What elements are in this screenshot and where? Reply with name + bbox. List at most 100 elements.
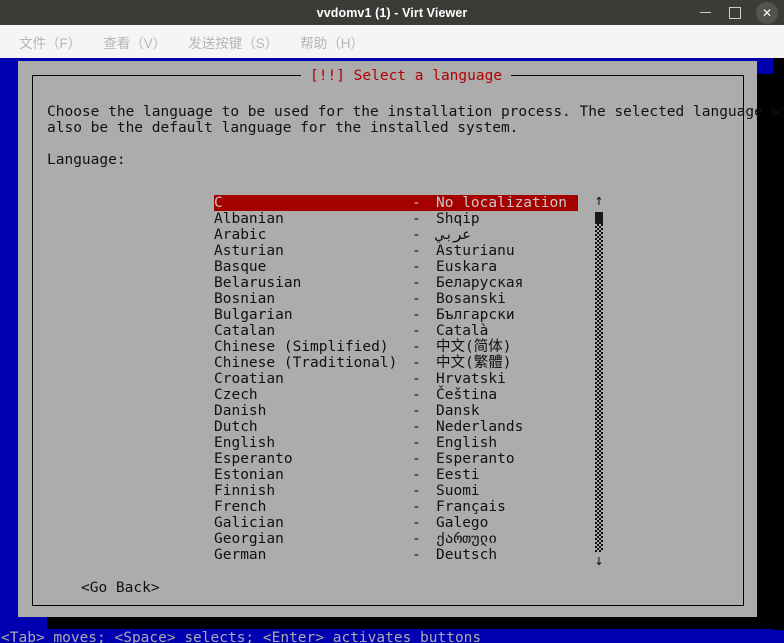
menu-item-view[interactable]: 查看（V）	[92, 30, 177, 54]
language-separator: -	[412, 195, 421, 211]
language-list-item[interactable]: Finnish - Suomi	[214, 483, 578, 499]
language-separator: -	[412, 227, 421, 243]
language-english-name: Basque	[214, 259, 267, 275]
scrollbar-track[interactable]	[595, 212, 603, 552]
language-list-item[interactable]: Bulgarian - Български	[214, 307, 578, 323]
close-icon: ✕	[756, 1, 778, 24]
language-native-name: Asturianu	[436, 243, 515, 259]
language-english-name: Asturian	[214, 243, 284, 259]
language-english-name: Chinese (Traditional)	[214, 355, 398, 371]
language-english-name: Finnish	[214, 483, 276, 499]
language-list-item[interactable]: Bosnian - Bosanski	[214, 291, 578, 307]
language-english-name: English	[214, 435, 276, 451]
language-native-name: Български	[436, 307, 515, 323]
language-list-item[interactable]: C - No localization	[214, 195, 578, 211]
language-native-name: Català	[436, 323, 489, 339]
language-list-item[interactable]: German - Deutsch	[214, 547, 578, 563]
language-list-item[interactable]: Belarusian - Беларуская	[214, 275, 578, 291]
dialog-shadow-right	[757, 74, 773, 629]
language-english-name: Esperanto	[214, 451, 293, 467]
language-separator: -	[412, 435, 421, 451]
language-separator: -	[412, 467, 421, 483]
language-separator: -	[412, 275, 421, 291]
language-separator: -	[412, 451, 421, 467]
language-list-item[interactable]: Catalan - Català	[214, 323, 578, 339]
menu-item-file[interactable]: 文件（F）	[8, 30, 92, 54]
language-list-item[interactable]: Dutch - Nederlands	[214, 419, 578, 435]
language-list-item[interactable]: Arabic - عربي	[214, 227, 578, 243]
language-native-name: Deutsch	[436, 547, 498, 563]
language-separator: -	[412, 259, 421, 275]
dialog-title: [!!] Select a language	[301, 67, 512, 85]
language-separator: -	[412, 355, 421, 371]
select-language-dialog: [!!] Select a language Choose the langua…	[18, 61, 784, 617]
vm-viewport[interactable]: [!!] Select a language Choose the langua…	[0, 58, 784, 643]
language-native-name: Bosanski	[436, 291, 506, 307]
language-english-name: French	[214, 499, 267, 515]
language-native-name: 中文(繁體)	[436, 355, 512, 371]
language-english-name: Bulgarian	[214, 307, 293, 323]
language-list-item[interactable]: Basque - Euskara	[214, 259, 578, 275]
language-separator: -	[412, 547, 421, 563]
go-back-button[interactable]: <Go Back>	[81, 580, 160, 596]
close-button[interactable]: ✕	[750, 0, 784, 25]
minimize-icon	[699, 12, 711, 13]
language-list-scrollbar[interactable]: ↑ ↓	[592, 195, 606, 569]
language-list-item[interactable]: French - Français	[214, 499, 578, 515]
language-native-name: Eesti	[436, 467, 480, 483]
scroll-up-arrow-icon[interactable]: ↑	[592, 195, 606, 209]
language-native-name: No localization	[436, 195, 567, 211]
window-controls: ✕	[690, 0, 784, 25]
language-list[interactable]: C - No localization Albanian - Shqip Arabic - عر…	[214, 195, 578, 563]
language-separator: -	[412, 387, 421, 403]
menu-item-sendkeys[interactable]: 发送按键（S）	[177, 30, 289, 54]
language-native-name: 中文(简体)	[436, 339, 512, 355]
language-separator: -	[412, 419, 421, 435]
window-title: vvdomv1 (1) - Virt Viewer	[316, 5, 468, 20]
language-list-item[interactable]: Asturian - Asturianu	[214, 243, 578, 259]
language-native-name: عربي	[436, 227, 471, 243]
menubar: 文件（F） 查看（V） 发送按键（S） 帮助（H）	[0, 25, 784, 58]
language-native-name: English	[436, 435, 498, 451]
menu-item-help[interactable]: 帮助（H）	[289, 30, 375, 54]
language-list-item[interactable]: English - English	[214, 435, 578, 451]
language-list-item[interactable]: Chinese (Traditional) - 中文(繁體)	[214, 355, 578, 371]
language-native-name: Euskara	[436, 259, 498, 275]
language-native-name: ქართული	[436, 531, 498, 547]
language-english-name: Czech	[214, 387, 258, 403]
language-native-name: Čeština	[436, 387, 498, 403]
language-list-item[interactable]: Esperanto - Esperanto	[214, 451, 578, 467]
window-titlebar[interactable]: vvdomv1 (1) - Virt Viewer ✕	[0, 0, 784, 25]
language-list-item[interactable]: Croatian - Hrvatski	[214, 371, 578, 387]
language-list-item[interactable]: Czech - Čeština	[214, 387, 578, 403]
language-list-item[interactable]: Estonian - Eesti	[214, 467, 578, 483]
language-english-name: Danish	[214, 403, 267, 419]
language-english-name: Chinese (Simplified)	[214, 339, 389, 355]
language-list-item[interactable]: Galician - Galego	[214, 515, 578, 531]
dialog-frame: [!!] Select a language Choose the langua…	[32, 67, 784, 606]
language-separator: -	[412, 371, 421, 387]
language-separator: -	[412, 211, 421, 227]
maximize-button[interactable]	[720, 0, 750, 25]
minimize-button[interactable]	[690, 0, 720, 25]
installer-status-line: <Tab> moves; <Space> selects; <Enter> ac…	[0, 630, 784, 643]
language-english-name: Croatian	[214, 371, 284, 387]
language-list-item[interactable]: Georgian - ქართული	[214, 531, 578, 547]
language-list-item[interactable]: Albanian - Shqip	[214, 211, 578, 227]
language-english-name: Dutch	[214, 419, 258, 435]
maximize-icon	[729, 6, 741, 19]
language-english-name: Belarusian	[214, 275, 302, 291]
language-english-name: Arabic	[214, 227, 267, 243]
language-native-name: Беларуская	[436, 275, 524, 291]
language-separator: -	[412, 307, 421, 323]
language-native-name: Shqip	[436, 211, 480, 227]
language-english-name: Albanian	[214, 211, 284, 227]
scrollbar-thumb[interactable]	[595, 212, 603, 224]
language-native-name: Dansk	[436, 403, 480, 419]
language-list-item[interactable]: Danish - Dansk	[214, 403, 578, 419]
language-list-item[interactable]: Chinese (Simplified) - 中文(简体)	[214, 339, 578, 355]
language-separator: -	[412, 499, 421, 515]
language-separator: -	[412, 531, 421, 547]
scroll-down-arrow-icon[interactable]: ↓	[592, 555, 606, 569]
language-english-name: Catalan	[214, 323, 276, 339]
